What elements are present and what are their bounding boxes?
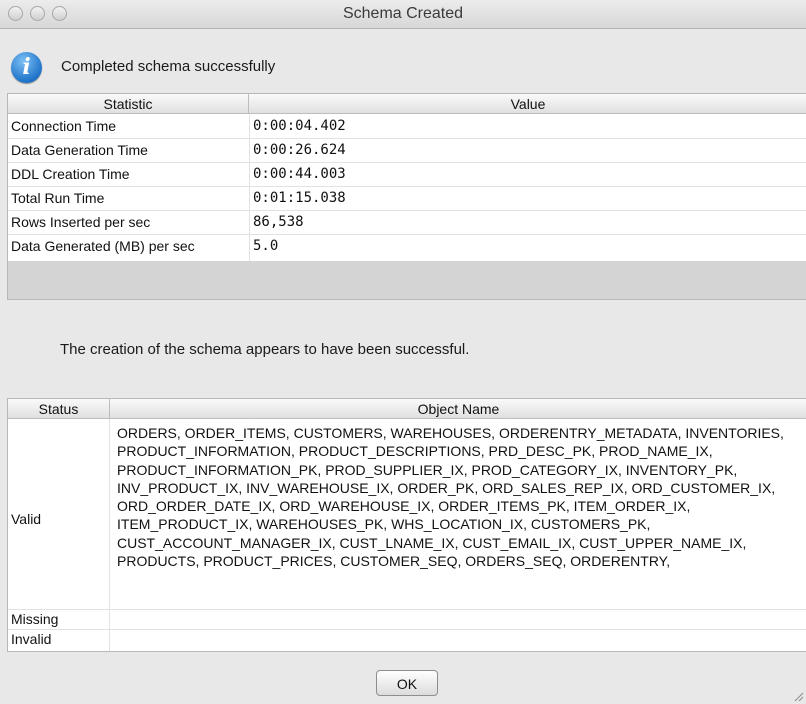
stat-value: 0:00:04.402 — [253, 118, 346, 134]
resize-grip-icon[interactable] — [792, 690, 804, 702]
stat-name: Data Generation Time — [11, 142, 148, 158]
object-status-table: Status Object Name Valid ORDERS, ORDER_I… — [7, 398, 806, 652]
stat-value: 0:00:44.003 — [253, 166, 346, 182]
stat-value: 0:01:15.038 — [253, 190, 346, 206]
status-missing: Missing — [11, 611, 59, 627]
stat-value: 0:00:26.624 — [253, 142, 346, 158]
missing-object-names — [110, 609, 806, 629]
column-header-status[interactable]: Status — [8, 399, 110, 419]
stat-name: DDL Creation Time — [11, 166, 130, 182]
info-icon: i — [11, 52, 42, 83]
window-title: Schema Created — [342, 5, 464, 22]
valid-object-names: ORDERS, ORDER_ITEMS, CUSTOMERS, WAREHOUS… — [117, 425, 784, 570]
column-header-object-name[interactable]: Object Name — [110, 399, 806, 419]
status-valid: Valid — [11, 511, 42, 527]
statistics-empty-area — [7, 261, 806, 300]
schema-created-dialog: Schema Created i Completed schema succes… — [0, 0, 806, 704]
stat-value: 5.0 — [253, 238, 279, 254]
statistics-table: Statistic Value Connection Time 0:00:04.… — [7, 93, 806, 263]
column-header-value[interactable]: Value — [249, 94, 806, 114]
column-header-statistic[interactable]: Statistic — [8, 94, 249, 114]
ok-button[interactable]: OK — [376, 670, 438, 696]
success-message: The creation of the schema appears to ha… — [60, 341, 470, 358]
stat-name: Total Run Time — [11, 190, 105, 206]
title-bar: Schema Created — [0, 0, 806, 29]
status-invalid: Invalid — [11, 631, 52, 647]
stat-name: Data Generated (MB) per sec — [11, 238, 195, 254]
stat-value: 86,538 — [253, 214, 304, 230]
completion-message: Completed schema successfully — [61, 58, 276, 75]
stat-name: Rows Inserted per sec — [11, 214, 151, 230]
stat-name: Connection Time — [11, 118, 117, 134]
invalid-object-names — [110, 629, 806, 649]
